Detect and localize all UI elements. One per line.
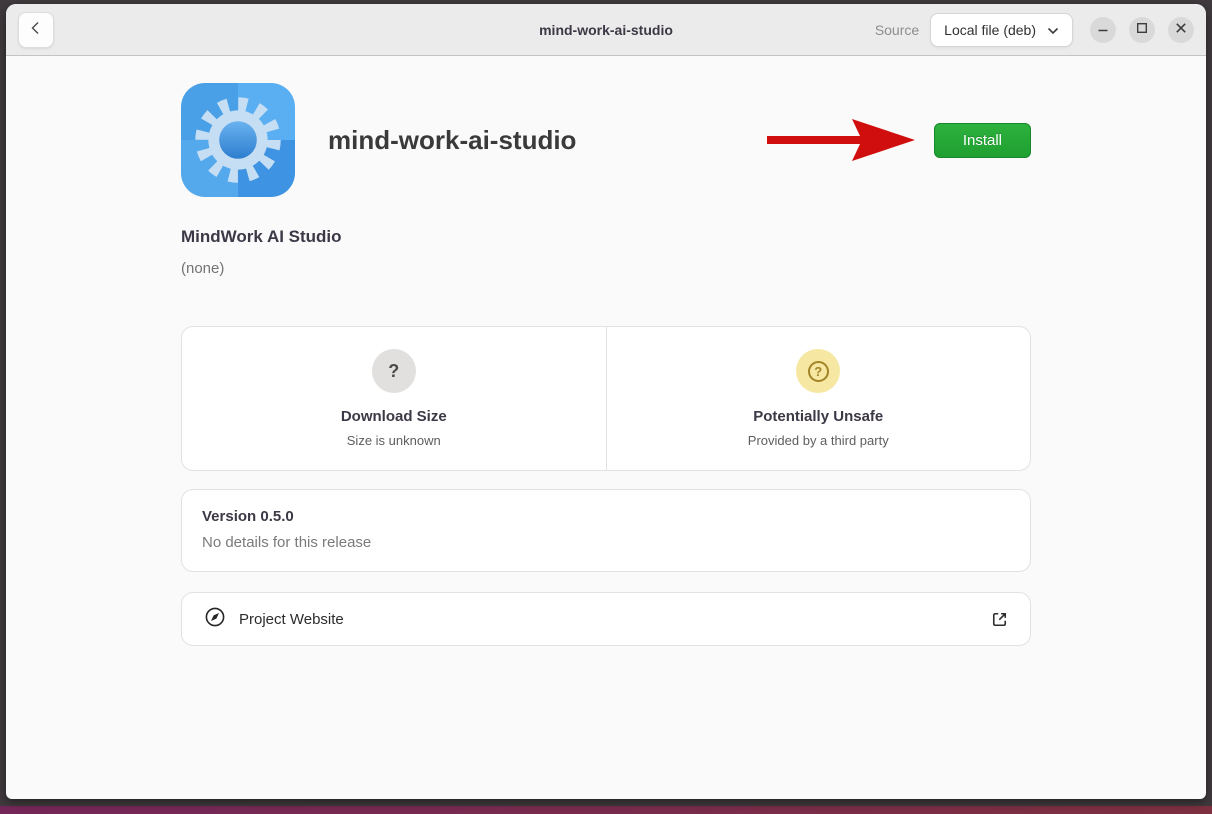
version-title: Version 0.5.0	[202, 508, 1010, 525]
app-window: mind-work-ai-studio Source Local file (d…	[6, 4, 1206, 799]
app-icon	[181, 83, 295, 197]
question-icon: ?	[372, 349, 416, 393]
maximize-icon	[1136, 22, 1148, 37]
project-website-row[interactable]: Project Website	[181, 592, 1031, 646]
version-subtitle: No details for this release	[202, 534, 1010, 551]
potentially-unsafe-tile: ? Potentially Unsafe Provided by a third…	[606, 327, 1031, 470]
window-controls	[1090, 17, 1194, 43]
desktop-background-strip	[0, 806, 1212, 814]
circled-question-icon: ?	[796, 349, 840, 393]
app-header-row: mind-work-ai-studio Install	[181, 83, 1031, 197]
download-size-subtitle: Size is unknown	[182, 433, 606, 448]
window-title: mind-work-ai-studio	[539, 22, 673, 38]
main-content: mind-work-ai-studio Install MindWork AI …	[6, 56, 1206, 646]
potentially-unsafe-title: Potentially Unsafe	[607, 408, 1031, 425]
source-dropdown[interactable]: Local file (deb)	[930, 13, 1073, 47]
external-link-icon	[991, 611, 1008, 628]
header-bar: mind-work-ai-studio Source Local file (d…	[6, 4, 1206, 56]
minimize-button[interactable]	[1090, 17, 1116, 43]
minimize-icon	[1097, 22, 1109, 37]
red-arrow-annotation	[767, 117, 934, 163]
developer-name: MindWork AI Studio	[181, 227, 1031, 247]
circled-question-glyph: ?	[808, 361, 829, 382]
project-website-label: Project Website	[239, 611, 344, 628]
version-card: Version 0.5.0 No details for this releas…	[181, 489, 1031, 572]
app-title: mind-work-ai-studio	[328, 125, 576, 156]
potentially-unsafe-subtitle: Provided by a third party	[607, 433, 1031, 448]
chevron-down-icon	[1047, 22, 1059, 38]
download-size-title: Download Size	[182, 408, 606, 425]
source-label: Source	[875, 22, 919, 38]
install-button[interactable]: Install	[934, 123, 1031, 158]
back-button[interactable]	[18, 12, 54, 48]
question-glyph: ?	[388, 361, 399, 382]
close-button[interactable]	[1168, 17, 1194, 43]
license-text: (none)	[181, 260, 1031, 277]
maximize-button[interactable]	[1129, 17, 1155, 43]
source-dropdown-value: Local file (deb)	[944, 22, 1036, 38]
compass-icon	[204, 606, 226, 633]
chevron-left-icon	[28, 20, 44, 39]
info-tiles-card: ? Download Size Size is unknown ? Potent…	[181, 326, 1031, 471]
download-size-tile: ? Download Size Size is unknown	[182, 327, 606, 470]
gear-icon	[181, 83, 295, 197]
close-icon	[1175, 22, 1187, 37]
